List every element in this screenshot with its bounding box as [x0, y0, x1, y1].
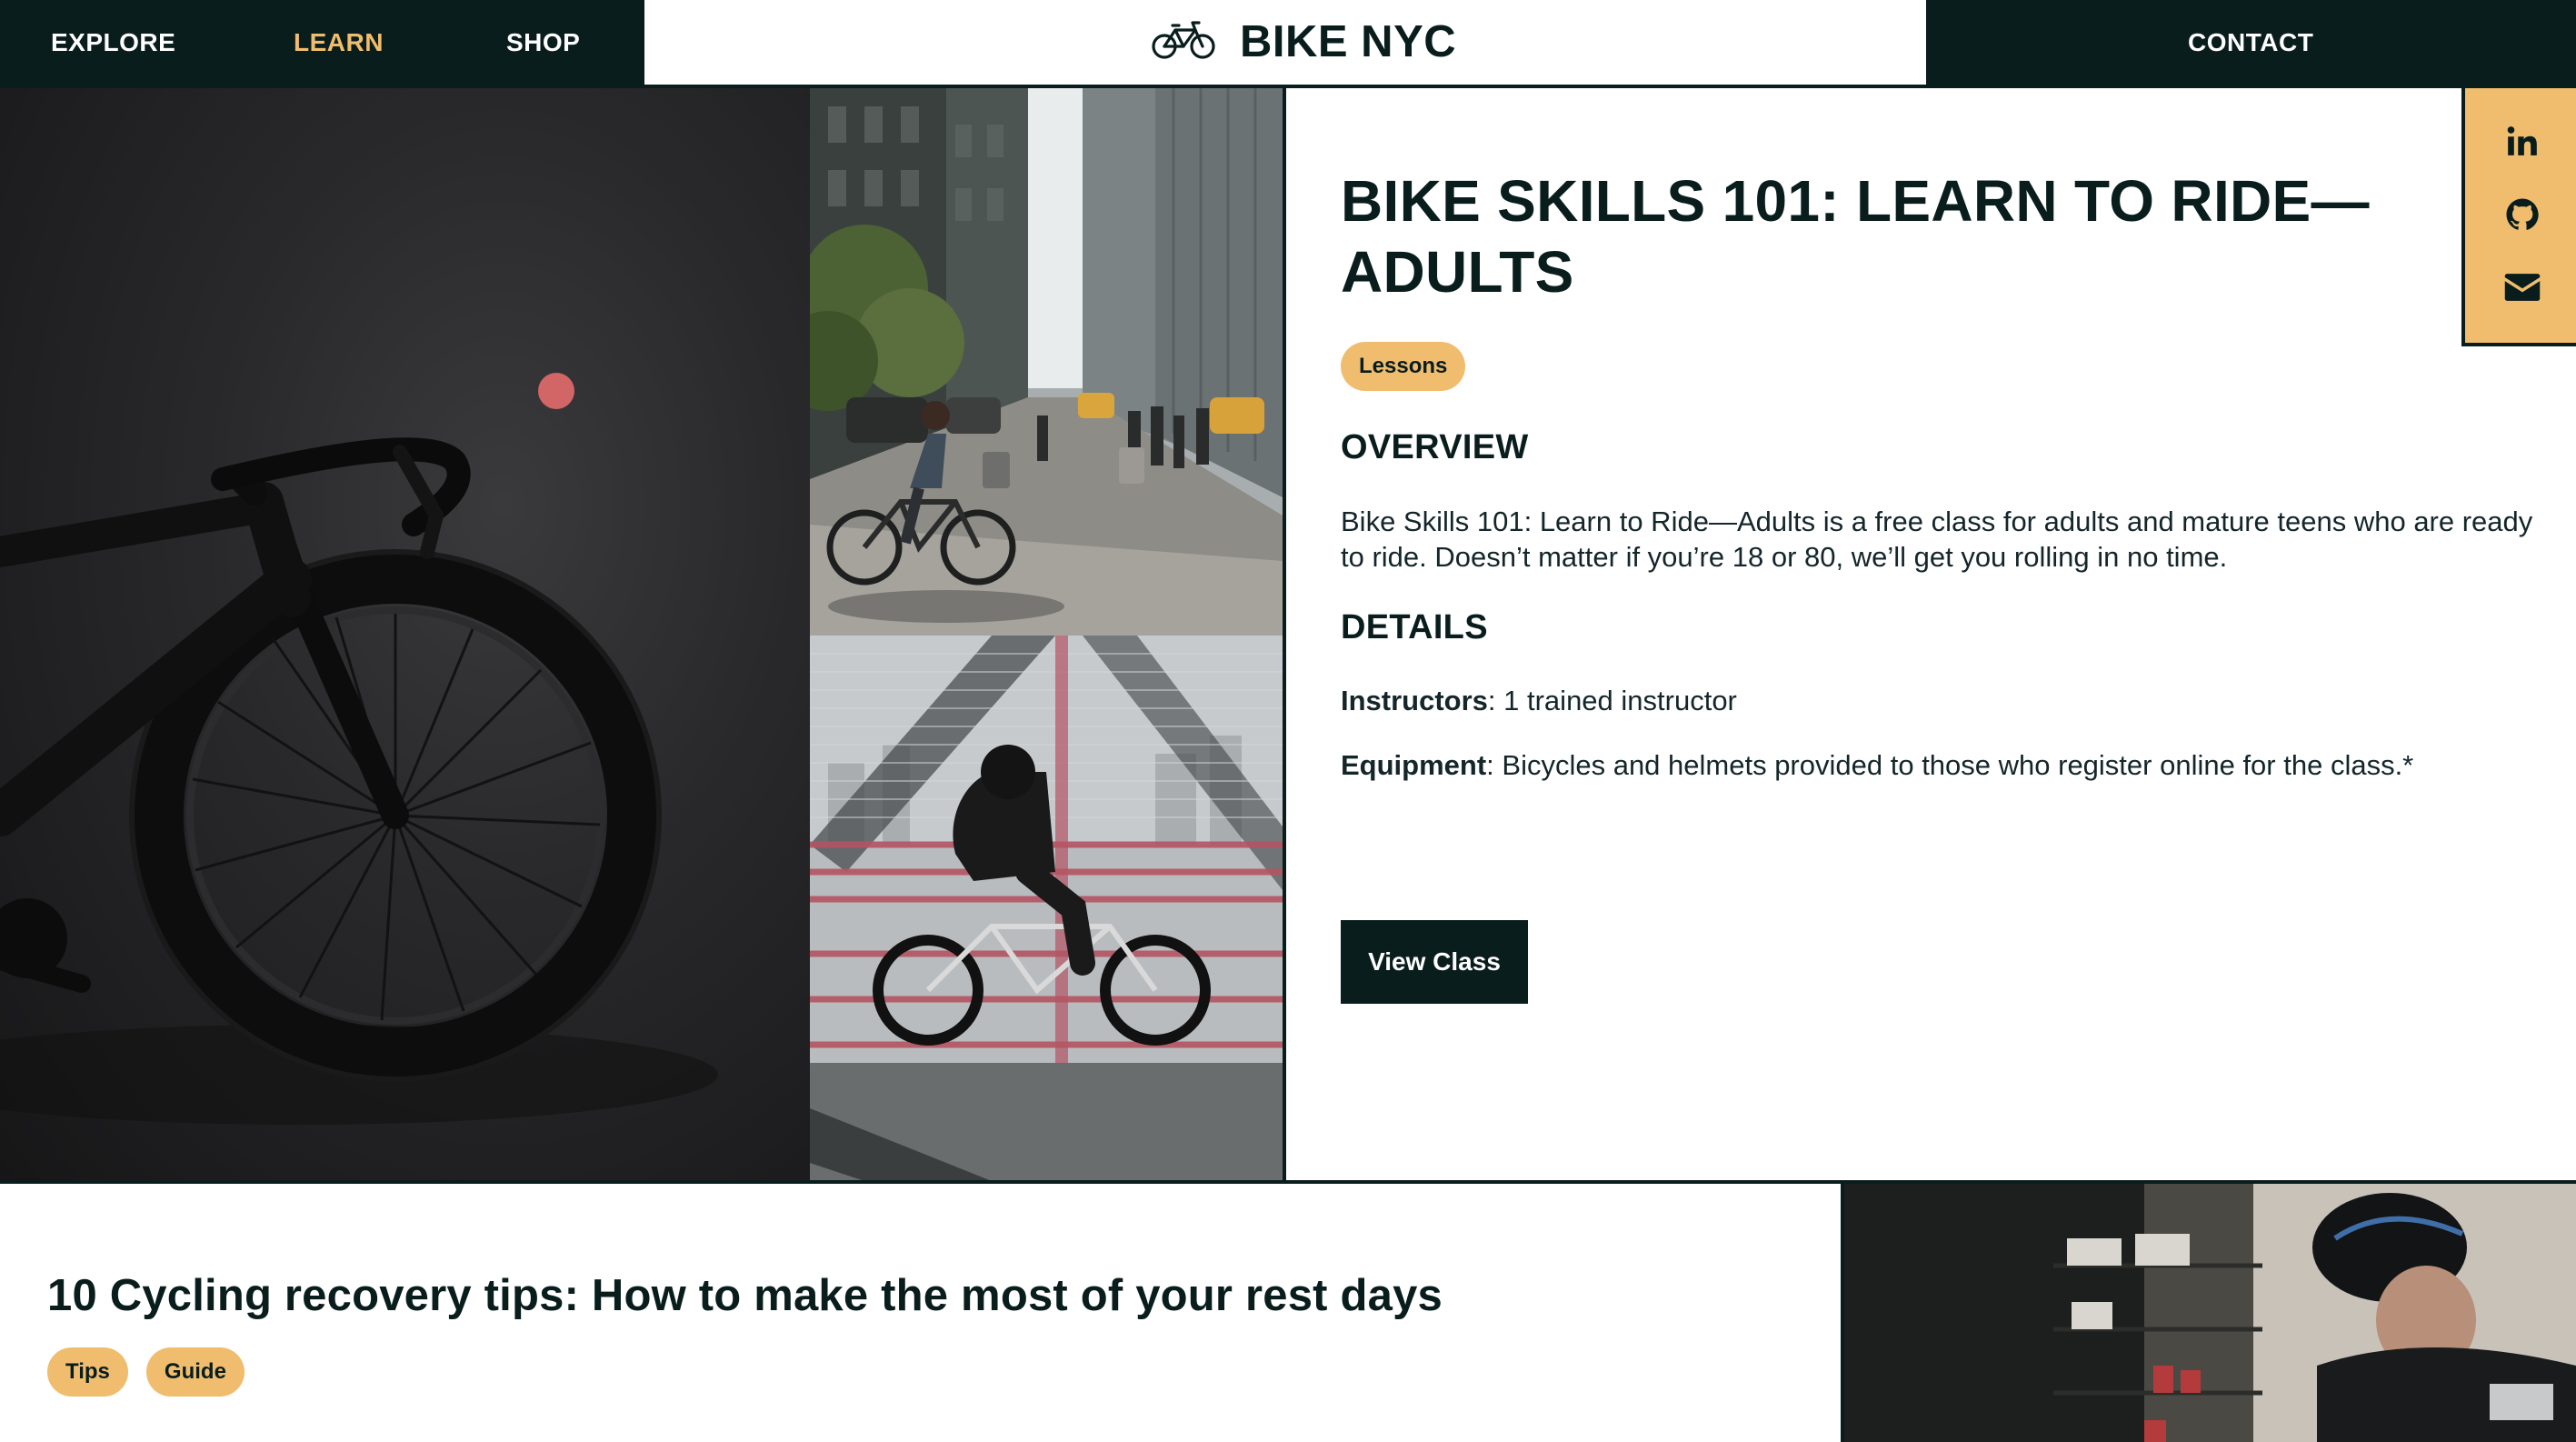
- top-navigation: EXPLORE LEARN SHOP BIKE NYC CONTACT: [0, 0, 2576, 88]
- road-bike-photo: [0, 88, 810, 1184]
- instructors-detail: Instructors: 1 trained instructor: [1341, 683, 2550, 718]
- tag-guide[interactable]: Guide: [145, 1347, 245, 1397]
- brand-logo-link[interactable]: BIKE NYC: [1151, 0, 1456, 84]
- brand-title: BIKE NYC: [1240, 17, 1457, 66]
- details-heading: DETAILS: [1341, 608, 1488, 646]
- tag-lessons[interactable]: Lessons: [1341, 342, 1466, 391]
- nav-left-section: EXPLORE LEARN SHOP: [0, 0, 644, 88]
- preview-tags: Tips Guide: [47, 1347, 245, 1397]
- bicycle-icon: [1151, 20, 1216, 65]
- city-street-cyclist-photo: [810, 88, 1283, 636]
- tag-tips[interactable]: Tips: [47, 1347, 128, 1397]
- bridge-cyclist-photo: [810, 636, 1283, 1181]
- overview-text: Bike Skills 101: Learn to Ride—Adults is…: [1341, 506, 2533, 573]
- nav-link-explore[interactable]: EXPLORE: [51, 0, 175, 85]
- github-icon[interactable]: [2502, 195, 2542, 235]
- linkedin-icon[interactable]: [2502, 121, 2542, 161]
- class-article: BIKE SKILLS 101: LEARN TO RIDE—ADULTS Le…: [1286, 88, 2576, 1184]
- article-title: BIKE SKILLS 101: LEARN TO RIDE—ADULTS: [1341, 168, 2370, 305]
- nav-link-contact[interactable]: CONTACT: [2188, 0, 2313, 85]
- nav-right-section: CONTACT: [1926, 0, 2576, 88]
- equipment-label: Equipment: [1341, 749, 1487, 781]
- overview-heading: OVERVIEW: [1341, 428, 1529, 466]
- article-preview-card[interactable]: 10 Cycling recovery tips: How to make th…: [0, 1184, 1841, 1442]
- view-class-button[interactable]: View Class: [1341, 920, 1528, 1004]
- preview-title[interactable]: 10 Cycling recovery tips: How to make th…: [47, 1270, 1443, 1321]
- social-links: [2461, 88, 2576, 346]
- equipment-value: : Bicycles and helmets provided to those…: [1486, 749, 2414, 781]
- cyclist-repair-photo: [1844, 1184, 2576, 1442]
- instructors-value: : 1 trained instructor: [1487, 685, 1737, 716]
- nav-brand-section: BIKE NYC: [644, 0, 1926, 88]
- nav-link-learn[interactable]: LEARN: [294, 0, 384, 85]
- nav-link-shop[interactable]: SHOP: [506, 0, 580, 85]
- mail-icon[interactable]: [2502, 267, 2542, 307]
- instructors-label: Instructors: [1341, 685, 1488, 716]
- equipment-detail: Equipment: Bicycles and helmets provided…: [1341, 747, 2550, 783]
